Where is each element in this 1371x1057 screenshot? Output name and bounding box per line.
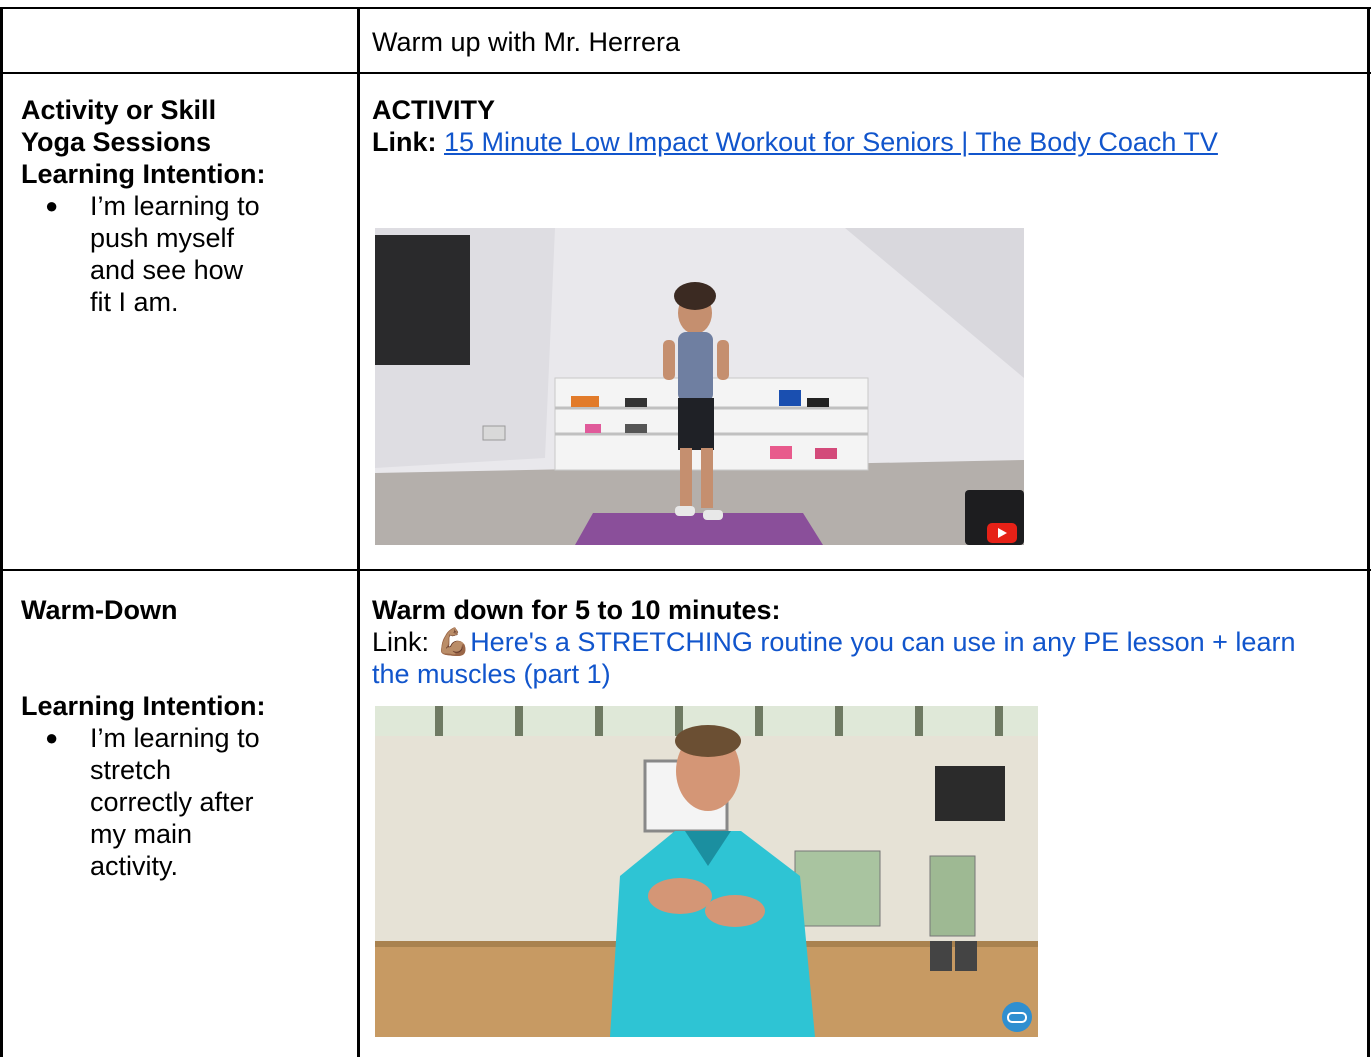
row1-left-cell <box>3 9 358 72</box>
table-row-divider-2 <box>0 569 1371 571</box>
warm-down-heading: Warm down for 5 to 10 minutes: <box>372 595 781 625</box>
bullet-icon: ● <box>45 725 59 750</box>
warm-down-link-line: Link: 💪🏽Here's a STRETCHING routine you … <box>372 626 1332 690</box>
warm-down-video-link[interactable]: Here's a STRETCHING routine you can use … <box>372 627 1295 689</box>
learning-intention-label: Learning Intention: <box>21 159 266 189</box>
learning-intention-label-2: Learning Intention: <box>21 691 266 721</box>
warm-down-title: Warm-Down <box>21 595 178 625</box>
learning-intention-bullet: ● I’m learning to push myself and see ho… <box>21 190 358 318</box>
warm-down-link-label: Link: <box>372 627 430 657</box>
table-border-right <box>1367 7 1370 1057</box>
learning-intention-text-2: I’m learning to stretch correctly after … <box>90 723 260 881</box>
channel-logo-icon <box>1002 1002 1032 1032</box>
activity-skill-title: Activity or Skill <box>21 95 217 125</box>
row3-right-cell: Warm down for 5 to 10 minutes: Link: 💪🏽H… <box>361 594 1367 690</box>
activity-video-thumbnail[interactable] <box>375 228 1024 545</box>
bullet-icon: ● <box>45 193 59 218</box>
learning-intention-text: I’m learning to push myself and see how … <box>90 191 260 317</box>
activity-link-label: Link: <box>372 127 437 157</box>
table-row-divider-1 <box>0 72 1371 74</box>
learning-intention-bullet-2: ● I’m learning to stretch correctly afte… <box>21 722 358 882</box>
activity-video-link[interactable]: 15 Minute Low Impact Workout for Seniors… <box>444 127 1218 157</box>
document-page: Warm up with Mr. Herrera Activity or Ski… <box>0 0 1371 1057</box>
row2-right-cell: ACTIVITY Link: 15 Minute Low Impact Work… <box>361 94 1367 158</box>
youtube-play-icon <box>987 523 1017 543</box>
activity-link-line: Link: 15 Minute Low Impact Workout for S… <box>372 126 1347 158</box>
row3-left-cell: Warm-Down Learning Intention: ● I’m lear… <box>3 594 358 882</box>
activity-heading: ACTIVITY <box>372 95 496 125</box>
yoga-sessions-subtitle: Yoga Sessions <box>21 127 212 157</box>
warm-down-video-thumbnail[interactable] <box>375 706 1038 1037</box>
row2-left-cell: Activity or Skill Yoga Sessions Learning… <box>3 94 358 318</box>
flexed-biceps-icon: 💪🏽 <box>436 627 471 657</box>
row1-right-cell: Warm up with Mr. Herrera <box>361 26 1367 58</box>
warm-up-text: Warm up with Mr. Herrera <box>372 27 681 57</box>
